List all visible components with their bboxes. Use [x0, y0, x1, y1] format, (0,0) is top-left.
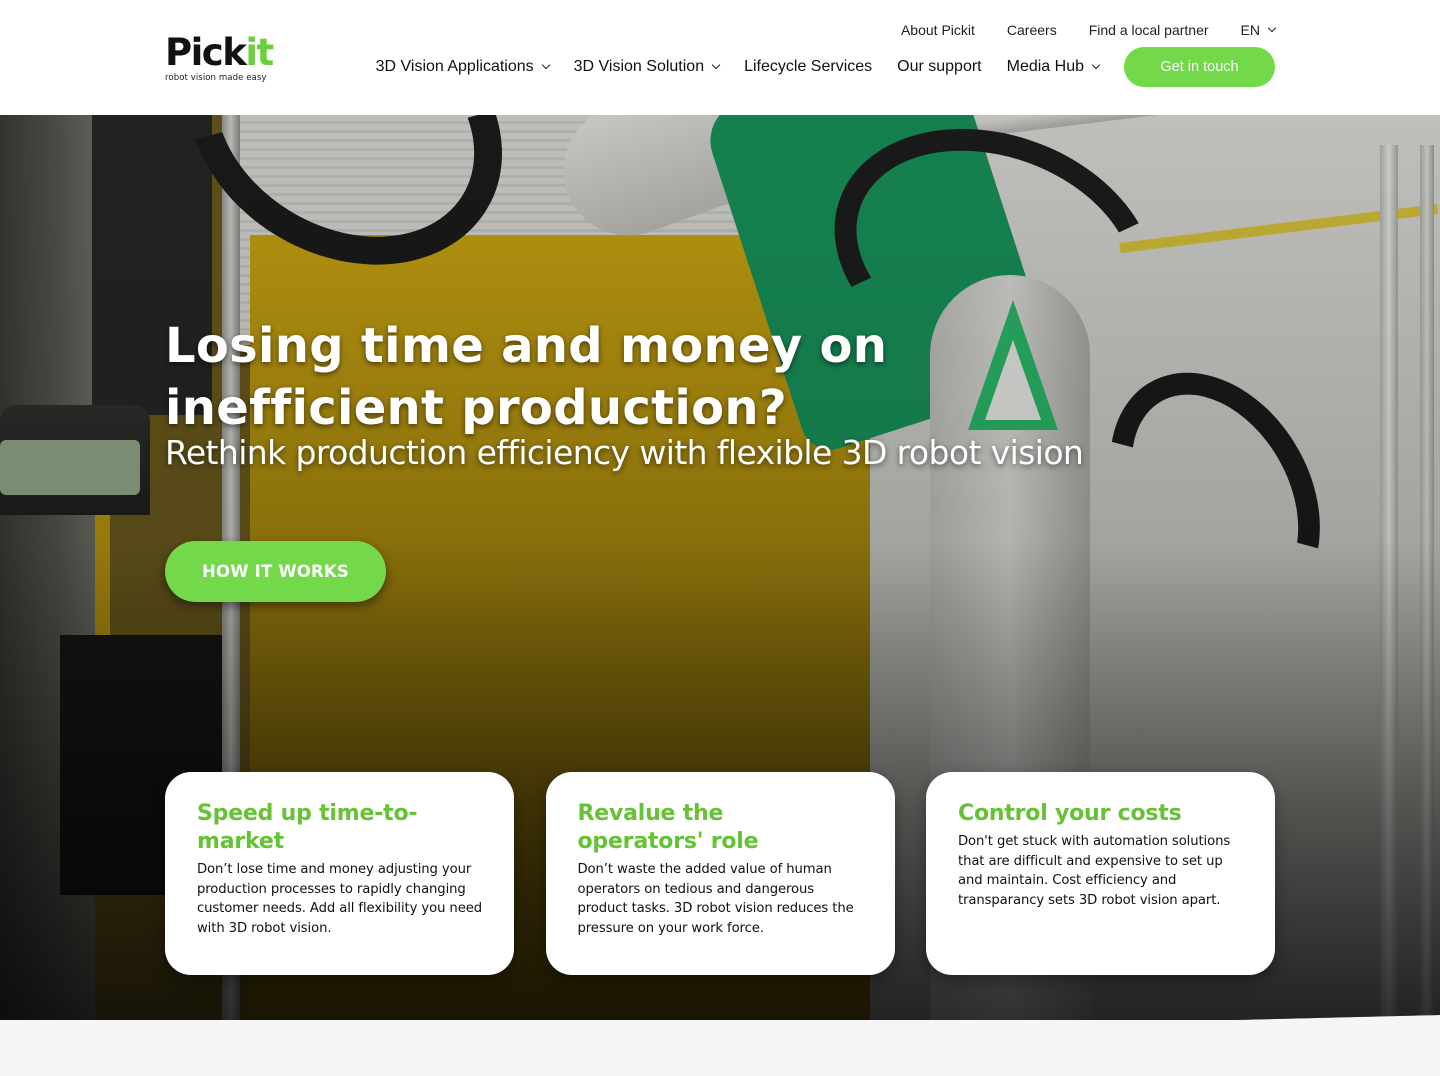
benefit-card: Revalue the operators' role Don’t waste …	[545, 772, 895, 975]
card-title: Speed up time-to-market	[197, 801, 418, 854]
logo-tagline: robot vision made easy	[165, 73, 267, 83]
hero-title: Losing time and money on inefficient pro…	[165, 318, 888, 436]
main-nav-our-support[interactable]: Our support	[897, 58, 981, 76]
nav-label: Lifecycle Services	[744, 58, 873, 75]
top-nav-find-partner[interactable]: Find a local partner	[1089, 22, 1209, 38]
top-nav-careers[interactable]: Careers	[1007, 22, 1057, 38]
top-utility-nav: About Pickit Careers Find a local partne…	[901, 20, 1277, 40]
card-title: Revalue the operators' role	[577, 801, 759, 854]
nav-label: 3D Vision Applications	[375, 58, 534, 75]
main-nav: 3D Vision Applications 3D Vision Solutio…	[376, 47, 1275, 87]
card-title: Control your costs	[958, 801, 1182, 826]
nav-label: 3D Vision Solution	[573, 58, 705, 75]
nav-label: Our support	[897, 58, 982, 75]
card-text: Don’t lose time and money adjusting your…	[197, 862, 482, 936]
benefit-card: Control your costs Don't get stuck with …	[926, 772, 1275, 975]
language-selector[interactable]: EN	[1240, 22, 1277, 38]
hero-text: Losing time and money on inefficient pro…	[165, 315, 1165, 473]
get-in-touch-button[interactable]: Get in touch	[1124, 47, 1275, 87]
main-nav-3d-vision-applications[interactable]: 3D Vision Applications	[375, 58, 550, 76]
benefit-cards: Speed up time-to-market Don’t lose time …	[165, 772, 1275, 975]
logo-word-accent: it	[245, 31, 274, 74]
site-header: Pickit robot vision made easy About Pick…	[0, 0, 1440, 115]
chevron-down-icon	[711, 60, 721, 70]
logo-word-main: Pick	[165, 31, 247, 74]
card-text: Don't get stuck with automation solution…	[958, 834, 1231, 908]
top-nav-about-pickit[interactable]: About Pickit	[901, 22, 975, 38]
chevron-down-icon	[541, 60, 550, 70]
hero-subtitle: Rethink production efficiency with flexi…	[165, 433, 1084, 472]
main-nav-3d-vision-solution[interactable]: 3D Vision Solution	[573, 58, 721, 76]
pickit-logo[interactable]: Pickit robot vision made easy	[165, 34, 275, 86]
next-section	[0, 1020, 1440, 1076]
language-label: EN	[1240, 22, 1260, 38]
chevron-down-icon	[1267, 23, 1277, 33]
benefit-card: Speed up time-to-market Don’t lose time …	[165, 772, 514, 975]
main-nav-media-hub[interactable]: Media Hub	[1006, 58, 1101, 76]
logo-wordmark: Pickit	[165, 34, 275, 72]
how-it-works-button[interactable]: HOW IT WORKS	[165, 541, 386, 602]
chevron-down-icon	[1091, 60, 1101, 70]
card-text: Don’t waste the added value of human ope…	[577, 862, 854, 936]
main-nav-lifecycle-services[interactable]: Lifecycle Services	[744, 58, 872, 76]
nav-label: Media Hub	[1006, 58, 1084, 75]
